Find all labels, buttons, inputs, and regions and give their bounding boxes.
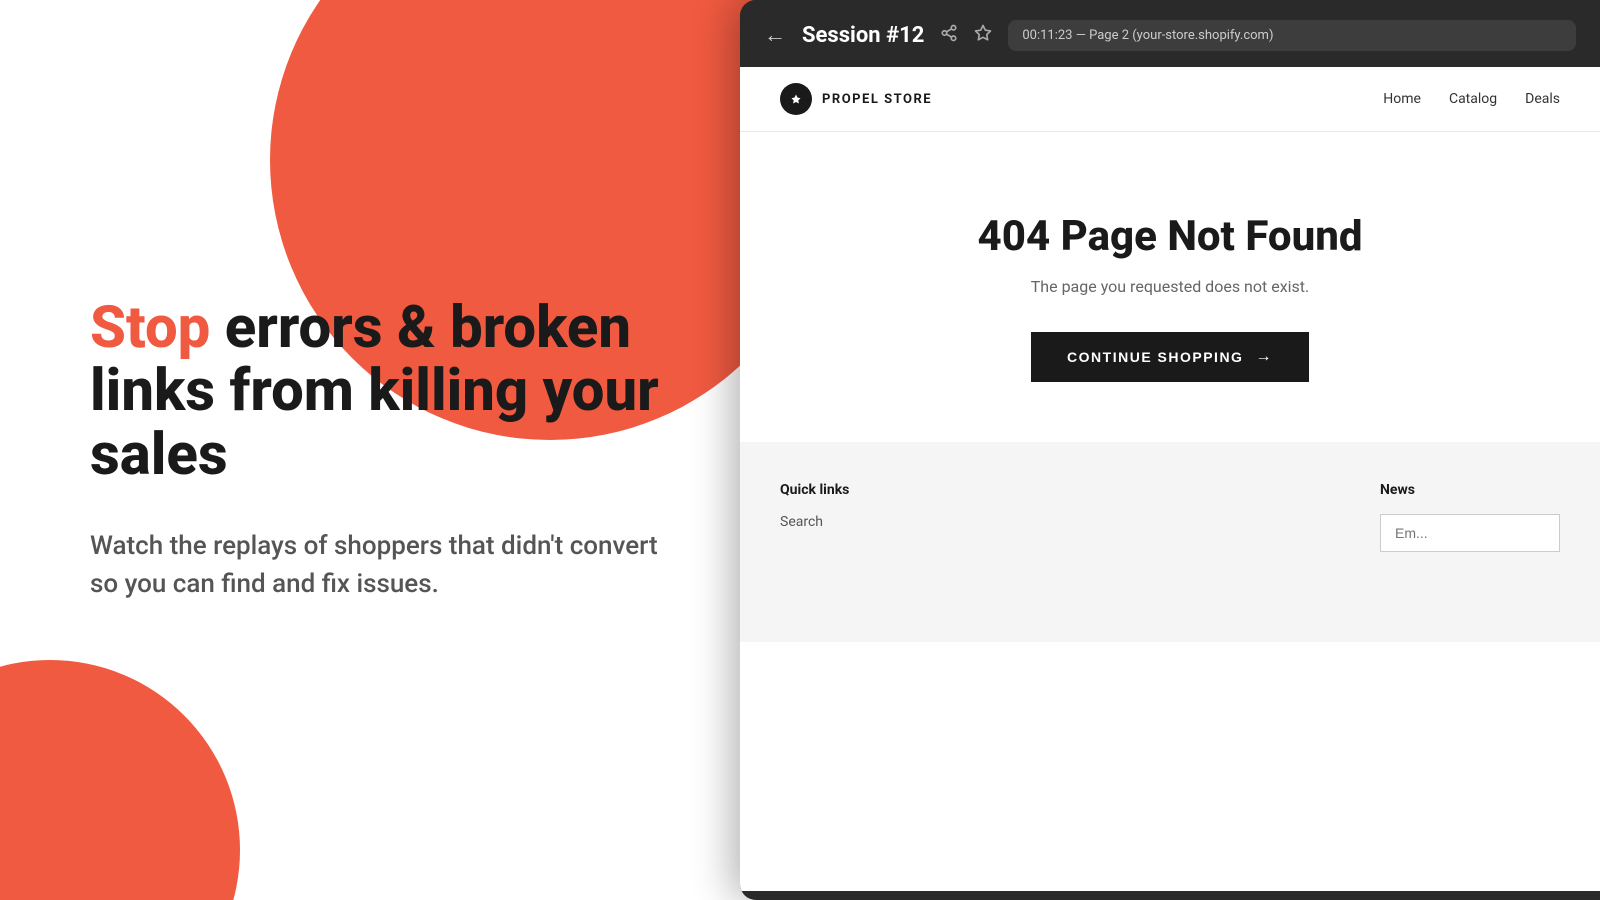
headline-stop: Stop [90, 294, 210, 362]
store-footer: Quick links Search News [740, 442, 1600, 642]
footer-col-quick-links: Quick links Search [780, 482, 849, 552]
footer-col1-title: Quick links [780, 482, 849, 498]
error-subtitle: The page you requested does not exist. [1031, 277, 1309, 296]
address-bar[interactable]: 00:11:23 — Page 2 (your-store.shopify.co… [1008, 20, 1576, 51]
left-panel: Stop errors & broken links from killing … [0, 0, 770, 900]
store-name: PROPEL STORE [822, 92, 932, 107]
error-page: 404 Page Not Found The page you requeste… [740, 132, 1600, 422]
subtext: Watch the replays of shoppers that didn'… [90, 528, 670, 603]
continue-arrow: → [1255, 348, 1273, 366]
left-content: Stop errors & broken links from killing … [0, 0, 770, 900]
footer-columns: Quick links Search News [780, 482, 1560, 552]
continue-shopping-label: CONTINUE SHOPPING [1067, 349, 1243, 365]
footer-col2-title: News [1380, 482, 1560, 498]
continue-shopping-button[interactable]: CONTINUE SHOPPING → [1031, 332, 1309, 382]
browser-mockup: ← Session #12 00:11:23 — Page 2 (your-st… [740, 0, 1600, 900]
star-icon[interactable] [974, 24, 992, 47]
share-icon[interactable] [940, 24, 958, 47]
newsletter-email-input[interactable] [1380, 514, 1560, 552]
footer-col-newsletter: News [1380, 482, 1560, 552]
store-logo: PROPEL STORE [780, 83, 932, 115]
logo-icon [780, 83, 812, 115]
nav-catalog[interactable]: Catalog [1449, 91, 1497, 107]
nav-home[interactable]: Home [1383, 91, 1421, 107]
store-nav: PROPEL STORE Home Catalog Deals [740, 67, 1600, 132]
error-title: 404 Page Not Found [978, 212, 1363, 261]
browser-toolbar: ← Session #12 00:11:23 — Page 2 (your-st… [740, 0, 1600, 67]
browser-content: PROPEL STORE Home Catalog Deals 404 Page… [740, 67, 1600, 891]
footer-search-link[interactable]: Search [780, 514, 849, 530]
nav-deals[interactable]: Deals [1525, 91, 1560, 107]
store-nav-links: Home Catalog Deals [1383, 91, 1560, 107]
main-headline: Stop errors & broken links from killing … [90, 297, 680, 488]
session-title: Session #12 [802, 23, 924, 48]
